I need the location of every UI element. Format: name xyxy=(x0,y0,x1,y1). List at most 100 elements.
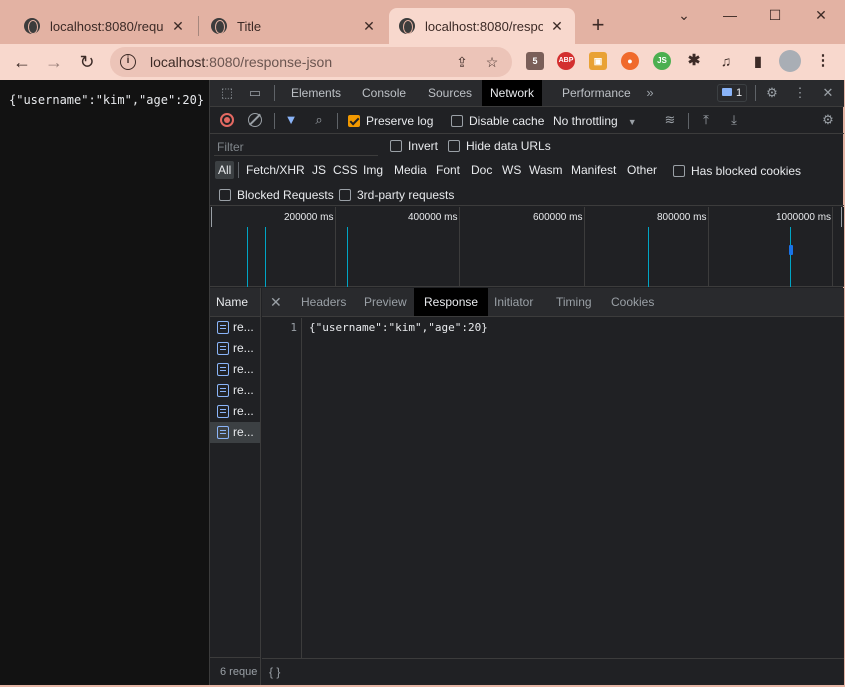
name-column-header[interactable]: Name xyxy=(210,288,260,317)
media-control-icon[interactable]: ♫ xyxy=(717,52,735,70)
network-overview-timeline[interactable]: 200000 ms 400000 ms 600000 ms 800000 ms … xyxy=(210,207,844,287)
bookmark-star-icon[interactable]: ☆ xyxy=(482,54,502,71)
resource-type-filters: All Fetch/XHR JS CSS Img Media Font Doc … xyxy=(210,158,844,182)
close-icon[interactable]: ✕ xyxy=(549,18,565,35)
record-icon[interactable] xyxy=(220,113,234,127)
extensions-puzzle-icon[interactable]: ✱ xyxy=(685,52,703,70)
globe-icon xyxy=(211,18,227,34)
preserve-log-checkbox[interactable]: Preserve log xyxy=(348,113,433,129)
close-icon[interactable]: ✕ xyxy=(820,85,836,101)
request-marker xyxy=(790,227,791,287)
type-font[interactable]: Font xyxy=(433,161,463,179)
type-manifest[interactable]: Manifest xyxy=(568,161,619,179)
close-icon[interactable]: ✕ xyxy=(170,18,186,35)
type-css[interactable]: CSS xyxy=(330,161,361,179)
export-har-icon[interactable]: ⤓ xyxy=(726,112,742,128)
tab-cookies[interactable]: Cookies xyxy=(601,288,664,316)
invert-checkbox[interactable]: Invert xyxy=(390,139,438,153)
request-list: Name re... re... re... re... re... re...… xyxy=(210,288,261,685)
hide-data-urls-checkbox[interactable]: Hide data URLs xyxy=(448,139,551,153)
tab-headers[interactable]: Headers xyxy=(291,288,356,316)
close-window-button[interactable]: ✕ xyxy=(798,4,844,28)
network-settings-icon[interactable]: ⚙ xyxy=(820,112,836,128)
clear-icon[interactable] xyxy=(248,113,262,127)
kebab-menu-icon[interactable]: ⋮ xyxy=(792,85,808,101)
messages-badge[interactable]: 1 xyxy=(717,84,747,102)
type-doc[interactable]: Doc xyxy=(468,161,495,179)
response-editor[interactable]: 1 {"username":"kim","age":20} xyxy=(262,318,844,659)
divider xyxy=(274,85,275,101)
blocked-requests-checkbox[interactable]: Blocked Requests xyxy=(219,188,334,202)
disable-cache-checkbox[interactable]: Disable cache xyxy=(451,113,544,129)
address-bar[interactable]: i localhost:8080/response-json ⇪ ☆ xyxy=(110,47,512,77)
tab-sources[interactable]: Sources xyxy=(420,80,480,106)
throttling-select[interactable]: No throttling ▼ xyxy=(553,113,637,129)
type-wasm[interactable]: Wasm xyxy=(526,161,566,179)
request-row[interactable]: re... xyxy=(210,401,260,422)
has-blocked-cookies-checkbox[interactable]: Has blocked cookies xyxy=(673,164,801,178)
tab-search-button[interactable]: ⌄ xyxy=(661,4,707,28)
image-extension-icon[interactable]: ▣ xyxy=(589,52,607,70)
detail-footer: { } xyxy=(262,658,844,685)
tab-response-active[interactable]: localhost:8080/respons ✕ xyxy=(389,8,575,44)
tab-initiator[interactable]: Initiator xyxy=(484,288,543,316)
filter-input[interactable]: Filter xyxy=(214,138,378,156)
type-fetch-xhr[interactable]: Fetch/XHR xyxy=(243,161,308,179)
request-row-selected[interactable]: re... xyxy=(210,422,260,443)
kebab-menu-icon[interactable]: ⋮ xyxy=(814,52,832,70)
network-conditions-icon[interactable]: ≋ xyxy=(662,112,678,128)
pretty-print-button[interactable]: { } xyxy=(269,665,280,679)
timeline-gridline xyxy=(584,207,585,287)
chevron-down-icon: ▼ xyxy=(627,117,637,127)
tab-console[interactable]: Console xyxy=(354,80,414,106)
checkbox-checked xyxy=(348,115,360,127)
forward-button[interactable]: → xyxy=(40,48,68,76)
type-all[interactable]: All xyxy=(215,161,235,179)
new-tab-button[interactable]: + xyxy=(586,12,610,40)
filter-funnel-icon[interactable]: ▼ xyxy=(283,112,299,128)
tab-request[interactable]: localhost:8080/request ✕ xyxy=(14,8,196,44)
request-row[interactable]: re... xyxy=(210,317,260,338)
search-icon[interactable]: ⌕ xyxy=(311,112,327,128)
close-icon[interactable]: ✕ xyxy=(361,18,377,35)
timeline-scrub-handle[interactable] xyxy=(841,207,842,227)
more-tabs-icon[interactable]: » xyxy=(642,85,658,101)
honey-extension-icon[interactable]: ● xyxy=(621,52,639,70)
settings-gear-icon[interactable]: ⚙ xyxy=(764,85,780,101)
request-row[interactable]: re... xyxy=(210,380,260,401)
tab-title: Title xyxy=(237,18,262,34)
type-other[interactable]: Other xyxy=(624,161,660,179)
divider xyxy=(755,85,756,101)
tab-network[interactable]: Network xyxy=(482,80,543,106)
import-har-icon[interactable]: ⤒ xyxy=(698,112,714,128)
type-js[interactable]: JS xyxy=(309,161,329,179)
request-row[interactable]: re... xyxy=(210,359,260,380)
inspect-element-icon[interactable]: ⬚ xyxy=(219,85,235,101)
device-toolbar-icon[interactable]: ▭ xyxy=(247,85,263,101)
tab-elements[interactable]: Elements xyxy=(283,80,349,106)
js-extension-icon[interactable]: JS xyxy=(653,52,671,70)
share-icon[interactable]: ⇪ xyxy=(452,54,472,71)
tab-timing[interactable]: Timing xyxy=(546,288,602,316)
type-media[interactable]: Media xyxy=(391,161,430,179)
tab-preview[interactable]: Preview xyxy=(354,288,417,316)
tab-performance[interactable]: Performance xyxy=(554,80,639,106)
third-party-checkbox[interactable]: 3rd-party requests xyxy=(339,188,454,202)
back-button[interactable]: ← xyxy=(8,48,36,76)
side-panel-icon[interactable]: ▮ xyxy=(749,52,767,70)
type-ws[interactable]: WS xyxy=(499,161,524,179)
reload-button[interactable]: ↻ xyxy=(73,48,101,76)
close-icon[interactable]: ✕ xyxy=(270,294,282,311)
tab-response[interactable]: Response xyxy=(414,288,489,316)
tab-title-page[interactable]: Title ✕ xyxy=(201,8,387,44)
timeline-scrub-handle[interactable] xyxy=(211,207,212,227)
maximize-button[interactable]: ☐ xyxy=(752,4,798,28)
type-img[interactable]: Img xyxy=(360,161,386,179)
request-row[interactable]: re... xyxy=(210,338,260,359)
html5-extension-icon[interactable]: 5 xyxy=(526,52,544,70)
adblock-extension-icon[interactable]: ABP xyxy=(557,52,575,70)
timeline-label: 600000 ms xyxy=(533,212,583,223)
profile-avatar[interactable] xyxy=(779,50,801,72)
site-info-icon[interactable]: i xyxy=(120,54,136,70)
minimize-button[interactable]: — xyxy=(707,4,753,28)
